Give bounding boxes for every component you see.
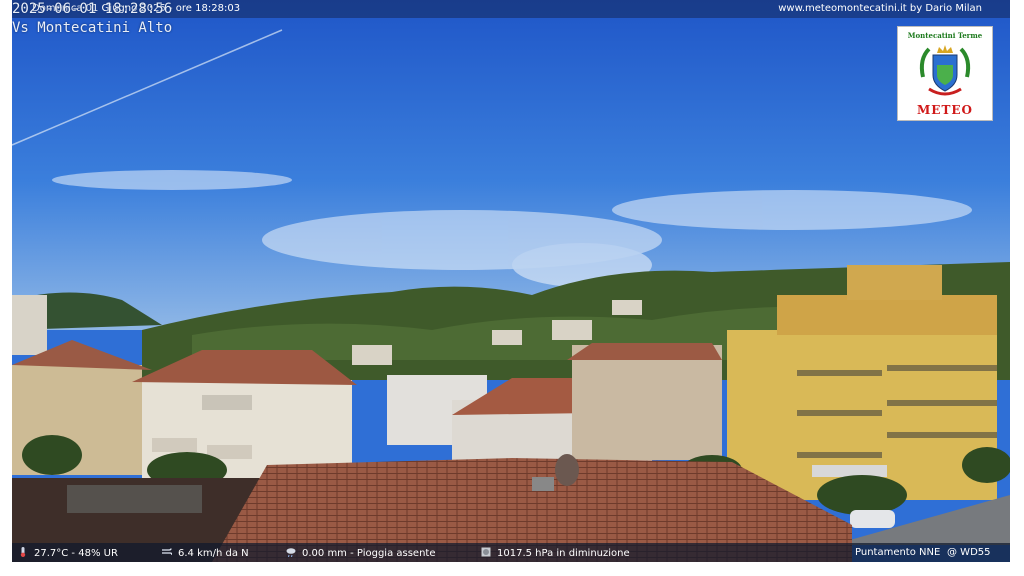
temperature-humidity-text: 27.7°C - 48% UR: [34, 548, 118, 559]
building-mid: [572, 345, 722, 460]
thermometer-icon: [20, 547, 26, 557]
chimney: [532, 477, 554, 491]
camera-model-item: @ WD55: [947, 547, 991, 558]
meteo-logo: Montecatini Terme METEO: [897, 26, 993, 121]
camera-name: Vs Montecatini Alto: [12, 20, 173, 36]
coat-of-arms-icon: [919, 45, 971, 96]
temperature-item: 27.7°C - 48% UR: [18, 547, 118, 559]
pointing-text: Puntamento NNE: [855, 547, 941, 558]
wind-icon: [162, 548, 172, 556]
credit-text: www.meteomontecatini.it by Dario Milan: [778, 3, 982, 14]
wind-text: 6.4 km/h da N: [178, 548, 249, 559]
car: [850, 510, 895, 528]
satellite-dish: [555, 454, 579, 486]
wind-item: 6.4 km/h da N: [162, 547, 249, 559]
pressure-text: 1017.5 hPa in diminuzione: [497, 548, 630, 559]
weather-status-bar: 27.7°C - 48% UR 6.4 km/h da N 0.00 mm - …: [12, 543, 1010, 562]
pressure-item: 1017.5 hPa in diminuzione: [481, 547, 630, 559]
camera-model-text: @ WD55: [947, 547, 991, 558]
logo-subtitle: METEO: [917, 103, 973, 117]
pointing-item: Puntamento NNE: [855, 547, 940, 558]
webcam-scene: [12, 0, 1010, 562]
rain-cloud-icon: [286, 548, 296, 557]
timestamp-overlay: 2025-06-01 18:28:56 Vs Montecatini Alto: [12, 0, 172, 38]
timestamp: 2025-06-01 18:28:56: [12, 1, 173, 17]
rain-item: 0.00 mm - Pioggia assente: [286, 547, 436, 559]
barometer-icon: [481, 547, 491, 557]
webcam-frame: Domenica 01 Giugno 2025 - ore 18:28:03 w…: [12, 0, 1010, 562]
rain-text: 0.00 mm - Pioggia assente: [302, 548, 436, 559]
building-left-far: [12, 295, 47, 355]
